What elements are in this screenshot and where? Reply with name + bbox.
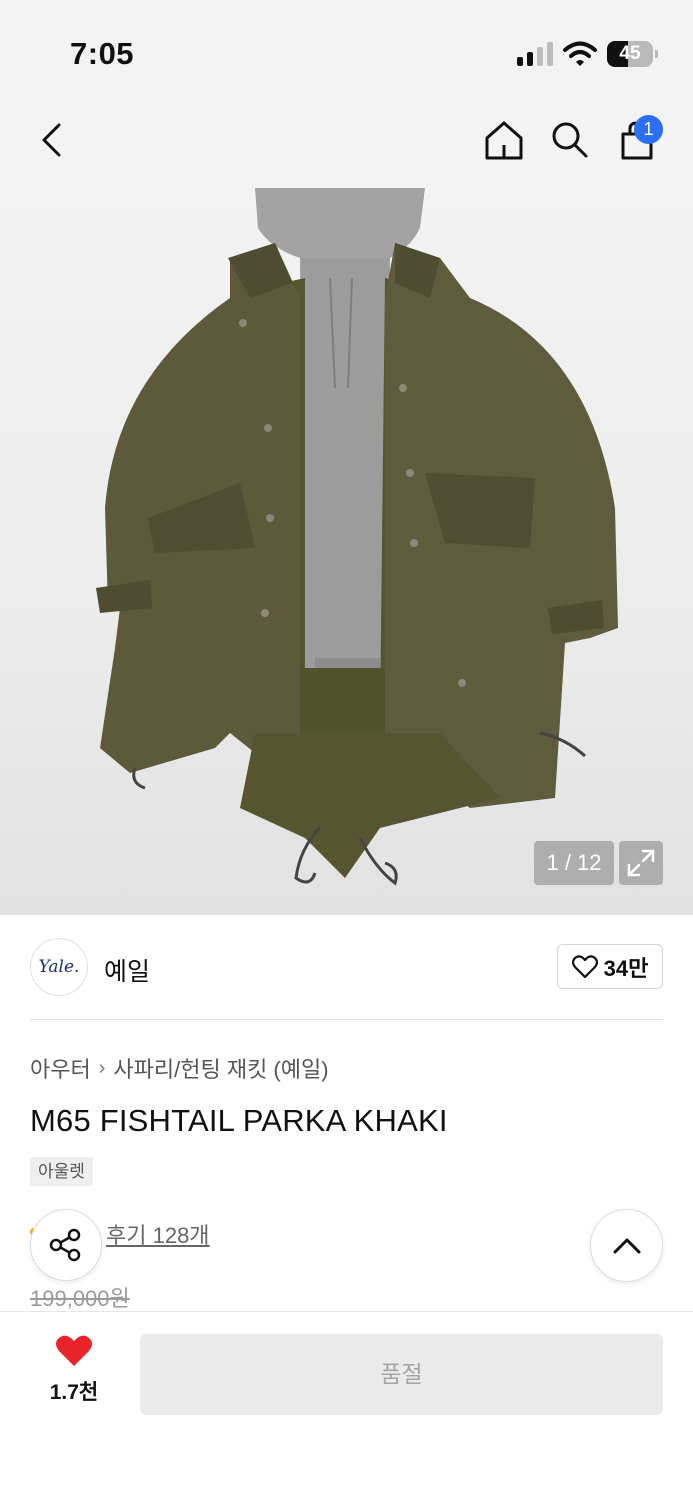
original-price: 199,000원: [30, 1286, 130, 1311]
brand-logo[interactable]: Yale.: [30, 938, 88, 996]
wishlist-count: 1.7천: [49, 1381, 99, 1404]
heart-filled-icon: [56, 1335, 92, 1366]
wishlist-button[interactable]: 1.7천: [38, 1334, 110, 1414]
product-image[interactable]: [0, 188, 693, 915]
search-icon: [552, 122, 588, 158]
share-icon: [49, 1228, 81, 1262]
review-link[interactable]: 후기 128개: [106, 1218, 210, 1250]
breadcrumb: 아우터 › 사파리/헌팅 재킷 (예일): [30, 1052, 329, 1084]
expand-icon: [627, 849, 655, 877]
wifi-icon: [563, 40, 597, 68]
brand-like-count: 34만: [603, 955, 649, 981]
back-button[interactable]: [26, 114, 78, 166]
home-icon: [485, 121, 523, 160]
status-bar: 7:05 45: [0, 0, 693, 100]
scroll-to-top-button[interactable]: [590, 1209, 663, 1282]
product-title: M65 FISHTAIL PARKA KHAKI: [30, 1103, 448, 1138]
expand-image-button[interactable]: [619, 841, 663, 885]
divider: [30, 1019, 663, 1020]
search-button[interactable]: [544, 114, 596, 166]
breadcrumb-category[interactable]: 아우터: [30, 1052, 91, 1084]
chevron-right-icon: ›: [98, 1056, 106, 1079]
battery-icon: 45: [607, 41, 658, 67]
image-page-indicator: 1 / 12: [534, 841, 614, 885]
parka-illustration: [96, 188, 618, 886]
cart-count-badge: 1: [634, 115, 663, 144]
battery-level: 45: [619, 43, 641, 64]
home-button[interactable]: [478, 114, 530, 166]
outlet-badge: 아울렛: [30, 1157, 93, 1186]
chevron-up-icon: [613, 1238, 640, 1253]
chevron-left-icon: [42, 123, 61, 157]
soldout-button[interactable]: 품절: [140, 1334, 663, 1415]
brand-like-button[interactable]: 34만: [557, 944, 663, 989]
breadcrumb-subcategory[interactable]: 사파리/헌팅 재킷 (예일): [113, 1052, 328, 1084]
status-time: 7:05: [70, 36, 135, 71]
share-button[interactable]: [30, 1209, 102, 1281]
heart-outline-icon: [571, 954, 598, 978]
brand-row: Yale. 예일 34만: [30, 936, 663, 998]
brand-name[interactable]: 예일: [104, 952, 150, 988]
cellular-signal-icon: [517, 42, 553, 66]
